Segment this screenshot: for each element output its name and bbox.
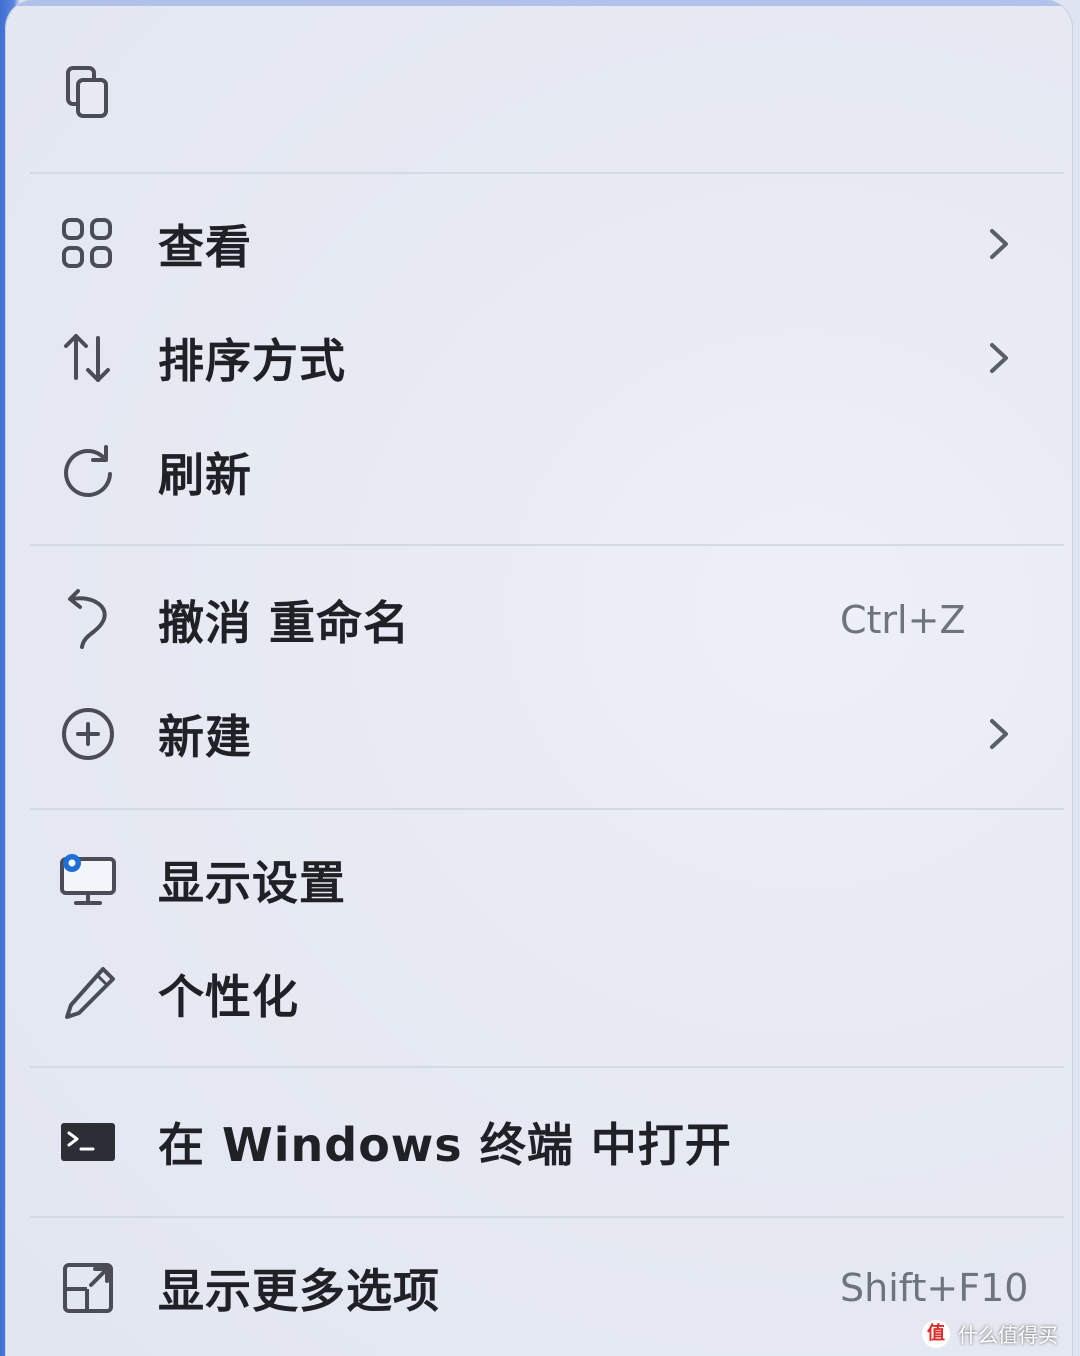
add-circle-icon [56,702,120,766]
menu-item-show-more-options[interactable]: 显示更多选项 Shift+F10 [6,1242,1072,1334]
context-menu: 查看 排序方式 刷新 撤消 重命名 Ctrl+Z 新建 显示设置 个性化 在 W… [6,0,1072,1356]
menu-item-label: 显示更多选项 [158,1264,440,1318]
menu-item-personalize[interactable]: 个性化 [6,948,1072,1040]
menu-item-label: 在 Windows 终端 中打开 [158,1118,732,1172]
menu-item-sort-by[interactable]: 排序方式 [6,312,1072,404]
separator [30,1216,1064,1218]
menu-item-view[interactable]: 查看 [6,198,1072,290]
watermark-text: 什么值得买 [958,1323,1058,1347]
menu-item-refresh[interactable]: 刷新 [6,426,1072,518]
chevron-right-icon [990,229,1008,259]
copy-icon-graphic [66,66,108,118]
terminal-icon [56,1110,120,1174]
quick-actions-bar [6,46,1072,138]
display-settings-icon [56,848,120,912]
watermark-badge: 值 [922,1319,950,1348]
menu-item-label: 个性化 [158,970,299,1024]
menu-item-new[interactable]: 新建 [6,688,1072,780]
grid-view-icon [56,212,120,276]
menu-item-label: 排序方式 [158,334,346,388]
menu-item-label: 新建 [158,710,252,764]
menu-item-label: 撤消 重命名 [158,596,411,650]
more-options-icon [56,1256,120,1320]
separator [30,808,1064,810]
chevron-right-icon [990,343,1008,373]
chevron-right-icon [990,719,1008,749]
menu-item-label: 显示设置 [158,856,346,910]
menu-item-label: 查看 [158,220,252,274]
menu-item-undo-rename[interactable]: 撤消 重命名 Ctrl+Z [6,574,1072,666]
shortcut-text: Shift+F10 [840,1266,1029,1310]
sort-arrows-icon [56,326,120,390]
shortcut-text: Ctrl+Z [840,598,966,642]
menu-item-label: 刷新 [158,448,252,502]
pen-icon [56,962,120,1026]
watermark: 值 什么值得买 [922,1319,1058,1348]
menu-item-open-in-terminal[interactable]: 在 Windows 终端 中打开 [6,1096,1072,1188]
window-edge [6,0,1072,6]
separator [30,544,1064,546]
menu-item-display-settings[interactable]: 显示设置 [6,834,1072,926]
separator [30,172,1064,174]
copy-icon[interactable] [56,60,120,124]
undo-icon [56,588,120,652]
separator [30,1066,1064,1068]
refresh-icon [56,440,120,504]
